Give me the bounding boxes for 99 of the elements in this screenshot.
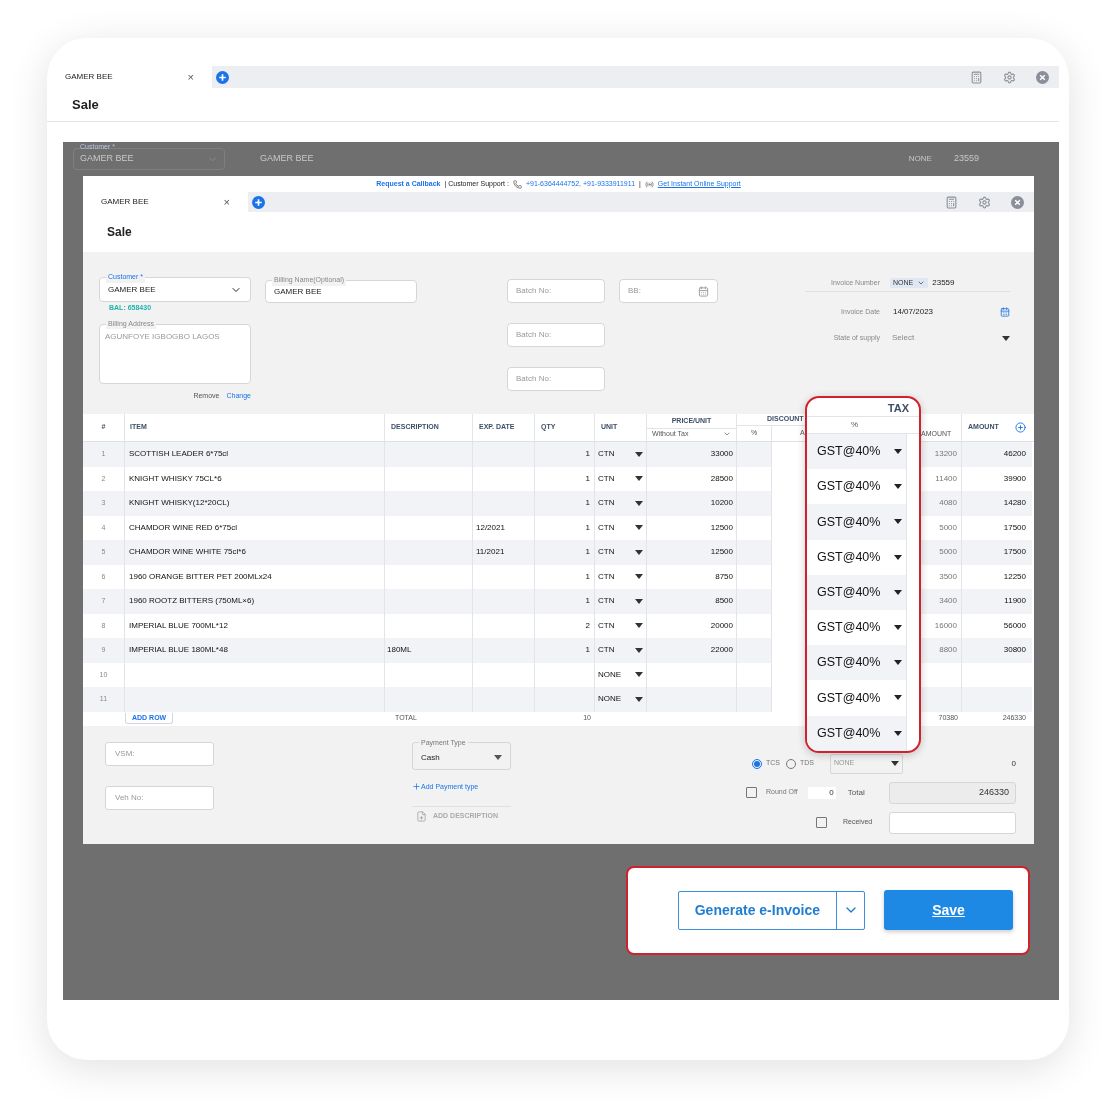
tax-value: 0 [1011, 757, 1016, 770]
caret-icon [635, 451, 643, 457]
qty-cell: 1 [535, 589, 595, 614]
caret-icon [894, 519, 903, 525]
close-icon[interactable] [1036, 70, 1049, 84]
add-tab-icon[interactable] [252, 195, 265, 209]
calculator-icon[interactable] [970, 70, 983, 84]
caret-icon [894, 660, 903, 666]
save-button[interactable]: Save [884, 890, 1013, 930]
tax-rate-select[interactable]: GST@40% [817, 618, 903, 637]
caret-icon [635, 647, 643, 653]
received-checkbox[interactable] [816, 817, 827, 828]
invoice-date[interactable]: 14/07/2023 [893, 306, 934, 318]
unit-select[interactable]: NONE [595, 662, 647, 687]
caret-icon [635, 500, 643, 506]
unit-select[interactable]: CTN [595, 613, 647, 638]
exp-date-cell: 12/2021 [473, 515, 535, 540]
caret-icon [635, 549, 643, 555]
caret-icon [894, 695, 903, 701]
caret-icon [635, 672, 643, 678]
price-cell: 22000 [647, 638, 737, 663]
caret-icon [494, 755, 502, 760]
add-column-icon[interactable] [1015, 422, 1026, 433]
qty-cell: 1 [535, 491, 595, 516]
phone-icon [512, 179, 522, 189]
file-plus-icon [416, 811, 427, 822]
tax-rate-select[interactable]: GST@40% [817, 547, 903, 567]
tab[interactable]: GAMER BEE × [83, 192, 248, 212]
window-title: Sale [107, 224, 132, 241]
broadcast-icon [644, 179, 654, 189]
received-field[interactable] [889, 811, 1016, 834]
caret-icon [1002, 335, 1010, 341]
amount-cell: 30800 [962, 638, 1032, 663]
amount-cell: 46200 [962, 442, 1032, 467]
caret-icon [894, 484, 903, 490]
caret-icon [894, 449, 903, 455]
caret-icon [894, 589, 903, 595]
qty-cell: 1 [535, 638, 595, 663]
caret-icon [635, 696, 643, 702]
settings-icon[interactable] [978, 195, 991, 209]
caret-icon [635, 598, 643, 604]
item-cell[interactable]: KNIGHT WHISKY(12*20CL) [125, 491, 385, 516]
calendar-icon[interactable] [1000, 307, 1010, 317]
unit-select[interactable]: CTN [595, 540, 647, 565]
price-cell: 33000 [647, 442, 737, 467]
amount-cell [962, 687, 1032, 712]
background-invoice-number: 23559 [953, 152, 979, 166]
total-field[interactable]: 246330 [889, 781, 1016, 804]
settings-icon[interactable] [1003, 70, 1016, 84]
caret-icon [894, 554, 903, 560]
add-tab-icon[interactable] [216, 70, 229, 84]
close-tab-icon[interactable]: × [187, 68, 194, 86]
unit-select[interactable]: CTN [595, 466, 647, 491]
round-off-checkbox[interactable] [746, 787, 757, 798]
unit-select[interactable]: CTN [595, 638, 647, 663]
caret-icon [894, 730, 903, 736]
plus-icon [412, 782, 421, 792]
tax-rate-select[interactable]: GST@40% [817, 688, 903, 708]
item-cell[interactable]: CHAMDOR WINE WHITE 75cl*6 [125, 540, 385, 565]
unit-select[interactable]: CTN [595, 589, 647, 614]
item-cell[interactable]: 1960 ROOTZ BITTERS (750ML×6) [125, 589, 385, 614]
item-cell[interactable]: SCOTTISH LEADER 6*75cl [125, 442, 385, 467]
tax-rate-select[interactable]: GST@40% [817, 477, 903, 497]
tax-subheader: % [851, 419, 859, 431]
calendar-icon[interactable] [698, 285, 709, 297]
qty-cell: 1 [535, 540, 595, 565]
item-cell[interactable] [125, 687, 385, 712]
price-cell: 10200 [647, 491, 737, 516]
unit-select[interactable]: CTN [595, 491, 647, 516]
qty-cell: 1 [535, 442, 595, 467]
unit-select[interactable]: NONE [595, 687, 647, 712]
background-invoice-prefix: NONE [908, 153, 932, 165]
unit-select[interactable]: CTN [595, 442, 647, 467]
background-billing-name: GAMER BEE [260, 152, 314, 166]
caret-icon [894, 625, 903, 631]
caret-icon [635, 574, 643, 580]
close-icon[interactable] [1011, 195, 1024, 209]
amount-cell: 17500 [962, 540, 1032, 565]
item-cell[interactable]: IMPERIAL BLUE 180ML*48 [125, 638, 385, 663]
tab[interactable]: GAMER BEE × [47, 66, 212, 88]
exp-date-cell: 11/2021 [473, 540, 535, 565]
caret-icon [635, 525, 643, 531]
caret-icon [891, 761, 899, 766]
amount-cell: 14280 [962, 491, 1032, 516]
unit-select[interactable]: CTN [595, 564, 647, 589]
tax-header: TAX [887, 400, 909, 416]
description-cell: 180ML [385, 638, 473, 663]
round-off-field[interactable]: 0 [807, 786, 836, 799]
price-cell: 12500 [647, 540, 737, 565]
caret-icon [635, 623, 643, 629]
caret-icon [635, 476, 643, 482]
page-title: Sale [72, 95, 99, 114]
calculator-icon[interactable] [945, 195, 958, 209]
close-tab-icon[interactable]: × [223, 193, 230, 211]
total-label: Total [847, 786, 865, 799]
invoice-number: 23559 [932, 277, 955, 289]
amount-cell: 11900 [962, 589, 1032, 614]
unit-select[interactable]: CTN [595, 515, 647, 540]
price-cell: 8500 [647, 589, 737, 614]
